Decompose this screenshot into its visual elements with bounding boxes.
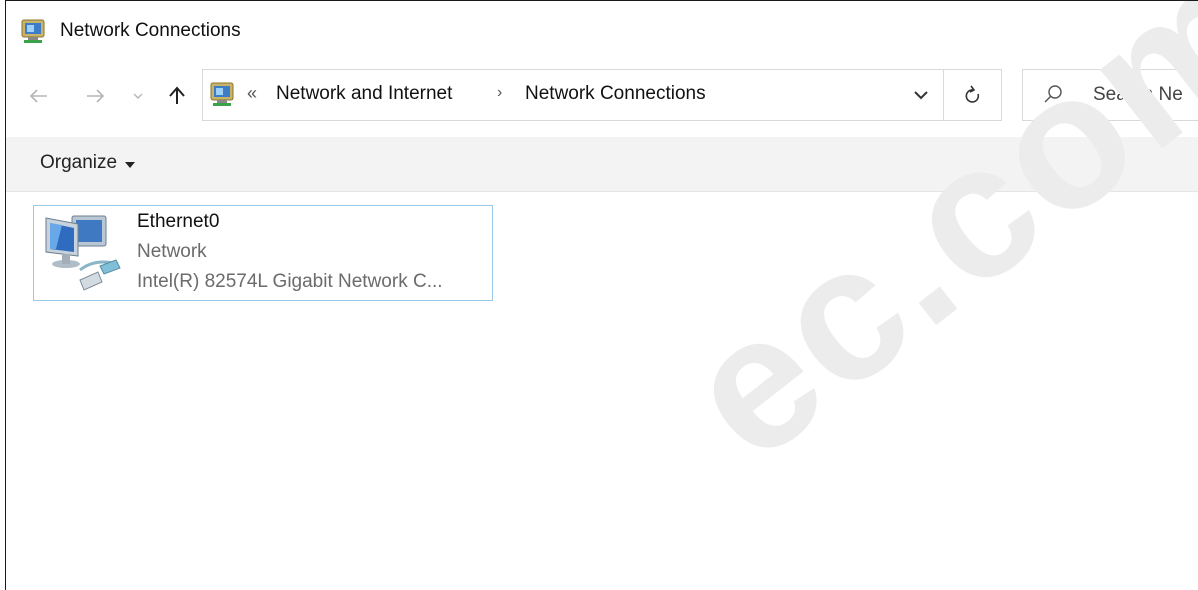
search-box[interactable] (1022, 69, 1198, 121)
connection-name: Ethernet0 (137, 211, 220, 232)
connections-list: Ethernet0 Network Intel(R) 82574L Gigabi… (6, 192, 1198, 590)
breadcrumb-network-connections[interactable]: Network Connections (525, 83, 706, 105)
address-overflow-chevron[interactable]: « (247, 83, 257, 104)
explorer-window: Network Connections « Network and Intern… (5, 0, 1198, 590)
search-input[interactable] (1093, 82, 1198, 108)
arrow-up-icon (169, 86, 185, 104)
command-bar: Organize (6, 137, 1198, 192)
search-icon (1044, 85, 1062, 103)
up-button[interactable] (162, 81, 192, 111)
title-bar: Network Connections (6, 1, 1198, 59)
organize-label: Organize (40, 152, 118, 173)
breadcrumb-network-and-internet[interactable]: Network and Internet (276, 83, 452, 105)
forward-button[interactable] (80, 81, 110, 111)
ethernet-adapter-icon (45, 215, 121, 291)
back-button[interactable] (24, 81, 54, 111)
address-history-dropdown[interactable] (899, 70, 943, 120)
refresh-icon (965, 85, 979, 103)
navigation-bar: « Network and Internet › Network Connect… (6, 59, 1198, 137)
organize-menu-button[interactable]: Organize (40, 152, 136, 174)
arrow-right-icon (87, 89, 105, 103)
refresh-button[interactable] (943, 69, 1001, 121)
connection-device: Intel(R) 82574L Gigabit Network C... (137, 271, 443, 292)
arrow-left-icon (29, 89, 47, 103)
recent-locations-button[interactable] (128, 81, 148, 111)
window-title: Network Connections (60, 20, 241, 41)
connection-status: Network (137, 241, 207, 262)
dropdown-arrow-icon (125, 161, 136, 168)
chevron-down-icon (914, 90, 928, 99)
chevron-down-icon (133, 93, 143, 99)
breadcrumb-separator[interactable]: › (497, 84, 502, 102)
network-connections-icon (21, 19, 45, 43)
address-bar[interactable]: « Network and Internet › Network Connect… (202, 69, 1002, 121)
connection-item-ethernet0[interactable]: Ethernet0 Network Intel(R) 82574L Gigabi… (33, 205, 493, 301)
network-connections-icon (210, 82, 234, 106)
